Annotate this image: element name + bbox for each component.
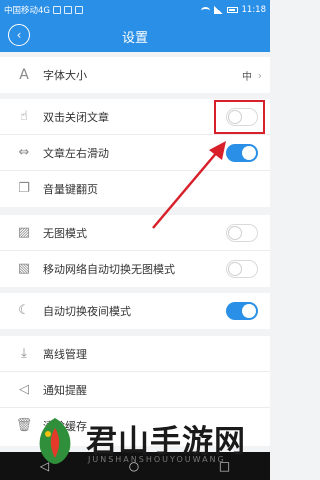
settings-group-night: ☾ 自动切换夜间模式 (0, 293, 270, 329)
setting-no-image: ▨ 无图模式 (0, 215, 270, 251)
download-icon: ⤓ (21, 345, 27, 361)
swap-arrows-icon: ⇔ (18, 144, 30, 160)
settings-group-font: A 字体大小 中 › (0, 57, 270, 93)
image-off-icon: ▧ (17, 261, 31, 276)
setting-offline[interactable]: ⤓ 离线管理 (0, 336, 270, 372)
swipe-article-toggle[interactable] (226, 143, 258, 162)
setting-label: 文章左右滑动 (43, 146, 109, 160)
notification-icon (53, 6, 61, 14)
settings-group-image: ▨ 无图模式 ▧ 移动网络自动切换无图模式 (0, 215, 270, 287)
back-button[interactable]: ‹ (8, 24, 30, 46)
watermark-subtext: JUNSHANSHOUYOUWANG (88, 455, 226, 464)
watermark-logo (39, 418, 71, 464)
signal-icon (213, 6, 223, 14)
toggle-knob (228, 262, 242, 276)
setting-label: 移动网络自动切换无图模式 (43, 263, 175, 276)
back-arrow-icon: ‹ (16, 28, 22, 42)
tap-hand-icon: ☝ (20, 108, 28, 124)
page-title: 设置 (121, 30, 148, 46)
toggle-knob (242, 304, 256, 318)
toggle-knob (228, 225, 242, 240)
setting-label: 字体大小 (43, 69, 87, 82)
setting-label: 离线管理 (43, 347, 87, 361)
setting-label: 双击关闭文章 (43, 110, 109, 124)
setting-label: 音量键翻页 (43, 183, 98, 196)
font-size-icon: A (19, 67, 29, 83)
status-bar: 中国移动4G 11:18 (0, 0, 270, 20)
wifi-icon (200, 6, 210, 14)
battery-icon (226, 7, 238, 13)
setting-swipe-article: ⇔ 文章左右滑动 (0, 135, 270, 171)
carrier-label: 中国移动4G (4, 6, 50, 16)
setting-value: 中 (242, 71, 252, 83)
image-icon: ▨ (17, 224, 31, 240)
pages-icon: ❐ (18, 181, 30, 196)
setting-label: 无图模式 (43, 226, 87, 240)
setting-label: 通知提醒 (43, 383, 87, 397)
setting-mobile-no-image: ▧ 移动网络自动切换无图模式 (0, 251, 270, 287)
chevron-right-icon: › (257, 68, 262, 82)
clock: 11:18 (241, 5, 267, 15)
speaker-icon: ◁ (19, 381, 29, 397)
moon-icon: ☾ (18, 303, 30, 318)
setting-auto-night: ☾ 自动切换夜间模式 (0, 293, 270, 329)
notification-icon (75, 6, 83, 14)
annotation-highlight-box (214, 100, 265, 134)
title-bar: ‹ 设置 (0, 20, 270, 52)
auto-night-toggle[interactable] (226, 302, 258, 320)
notification-icon (64, 6, 72, 14)
setting-label: 自动切换夜间模式 (43, 305, 131, 318)
setting-notify[interactable]: ◁ 通知提醒 (0, 372, 270, 408)
setting-volume-page[interactable]: ❐ 音量键翻页 (0, 171, 270, 207)
watermark: 君山手游网 JUNSHANSHOUYOUWANG (30, 412, 265, 470)
setting-font-size[interactable]: A 字体大小 中 › (0, 57, 270, 93)
toggle-knob (242, 145, 256, 160)
no-image-toggle[interactable] (226, 223, 258, 242)
mobile-no-image-toggle[interactable] (226, 260, 258, 278)
